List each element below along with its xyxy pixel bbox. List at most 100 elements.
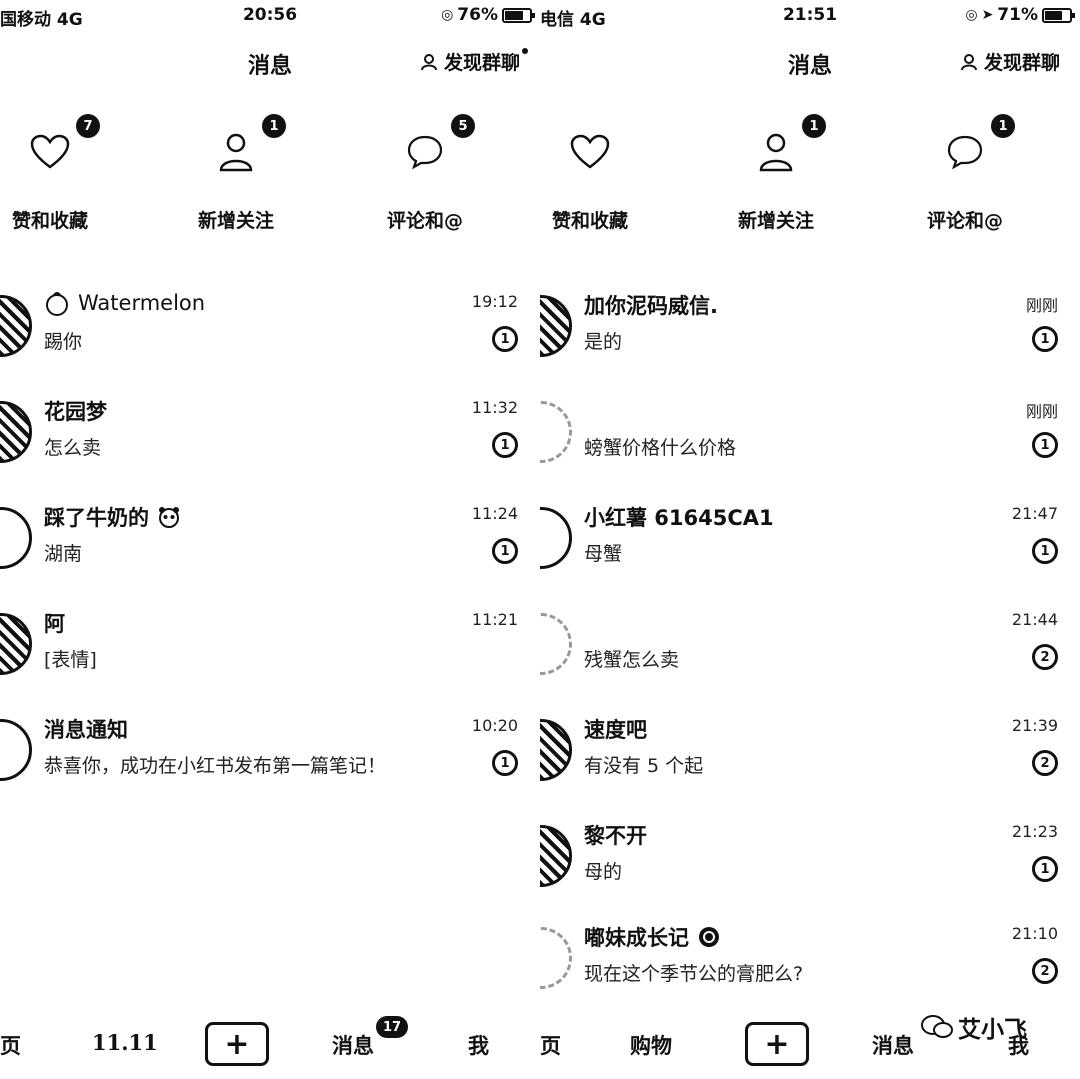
unread-badge: 1 (1032, 856, 1058, 882)
tab-promo[interactable]: 11.11 (92, 1030, 158, 1055)
conversation-row[interactable]: 螃蟹价格什么价格 刚刚 1 (540, 396, 1080, 502)
conversation-time: 19:12 (471, 292, 518, 311)
new-dot (522, 48, 528, 54)
conversation-name: 速度吧 (584, 718, 647, 742)
conversation-row[interactable]: 残蟹怎么卖 21:44 2 (540, 608, 1080, 714)
quick-likes[interactable]: 7 赞和收藏 (0, 110, 140, 240)
avatar (540, 507, 572, 569)
conversation-preview: 踢你 (44, 331, 83, 353)
conversation-preview: 残蟹怎么卖 (584, 649, 680, 671)
tab-me[interactable]: 我 (468, 1030, 489, 1060)
conversation-preview: 螃蟹价格什么价格 (584, 437, 737, 459)
tab-shop[interactable]: 购物 (630, 1030, 672, 1060)
person-outline-icon (960, 53, 977, 70)
conversation-row[interactable]: 速度吧 有没有 5 个起 21:39 2 (540, 714, 1080, 820)
conversation-preview: 湖南 (44, 543, 83, 565)
avatar (0, 401, 32, 463)
avatar (540, 613, 572, 675)
conversation-time: 刚刚 (1025, 402, 1058, 421)
quick-comments[interactable]: 5 评论和@ (335, 110, 515, 240)
discover-label: 发现群聊 (983, 52, 1060, 74)
comments-badge: 1 (991, 114, 1015, 138)
conversation-name: 嘟妹成长记 (584, 926, 689, 950)
battery-icon (1042, 7, 1075, 23)
conversation-name-row: 踩了牛奶的 (44, 502, 181, 532)
quick-follows[interactable]: 1 新增关注 (686, 110, 866, 240)
lock-rotation-icon: ◎ (441, 7, 454, 23)
conversation-name-row: 嘟妹成长记 (584, 922, 721, 952)
heart-icon (568, 130, 612, 174)
discover-label: 发现群聊 (443, 52, 520, 74)
unread-badge: 1 (1032, 326, 1058, 352)
conversation-row[interactable]: 阿 [表情] 11:21 (0, 608, 540, 714)
comment-icon (403, 130, 447, 174)
follows-badge: 1 (802, 114, 826, 138)
comments-badge: 5 (451, 114, 475, 138)
likes-badge: 7 (76, 114, 100, 138)
messages-screen-left: 国移动 4G 20:56 ◎ 76% 消息 发现群聊 7 赞和收藏 1 新增关注… (0, 0, 540, 1079)
publish-button[interactable]: + (745, 1022, 809, 1066)
discover-group-chat-button[interactable]: 发现群聊 (960, 48, 1060, 75)
comment-icon (943, 130, 987, 174)
unread-badge: 2 (1032, 644, 1058, 670)
battery-area: ◎ ➤ 71% (965, 5, 1075, 25)
discover-group-chat-button[interactable]: 发现群聊 (420, 48, 528, 75)
likes-label: 赞和收藏 (551, 210, 628, 232)
battery-icon (502, 7, 535, 23)
tab-messages[interactable]: 消息 (872, 1030, 914, 1060)
conversation-row[interactable]: 消息通知 恭喜你，成功在小红书发布第一篇笔记！ 10:20 1 (0, 714, 540, 820)
conversation-time: 21:10 (1011, 924, 1058, 943)
tab-messages[interactable]: 消息 (332, 1030, 374, 1060)
avatar (540, 719, 572, 781)
unread-badge: 1 (492, 432, 518, 458)
unread-badge: 2 (1032, 958, 1058, 984)
person-icon (754, 130, 798, 174)
wechat-icon (921, 1015, 953, 1038)
messages-screen-right: 电信 4G 21:51 ◎ ➤ 71% 消息 发现群聊 赞和收藏 1 新增关注 … (540, 0, 1080, 1079)
conversation-name: Watermelon (78, 291, 206, 315)
tab-home[interactable]: 页 (540, 1030, 561, 1060)
location-arrow-icon: ➤ (981, 7, 994, 23)
conversation-row[interactable]: 黎不开 母的 21:23 1 (540, 820, 1080, 926)
conversation-row[interactable]: Watermelon 踢你 19:12 1 (0, 290, 540, 396)
follows-badge: 1 (262, 114, 286, 138)
conversation-time: 刚刚 (1025, 296, 1058, 315)
conversation-name: 加你泥码威信. (584, 294, 718, 318)
conversation-time: 11:32 (471, 398, 518, 417)
conversation-preview: 恭喜你，成功在小红书发布第一篇笔记！ (44, 755, 387, 777)
conversation-name: 小红薯 61645CA1 (584, 506, 774, 530)
conversation-row[interactable]: 加你泥码威信. 是的 刚刚 1 (540, 290, 1080, 396)
conversation-row[interactable]: 小红薯 61645CA1 母蟹 21:47 1 (540, 502, 1080, 608)
follows-label: 新增关注 (197, 210, 274, 232)
conversation-name: 阿 (44, 612, 65, 636)
quick-likes[interactable]: 赞和收藏 (540, 110, 680, 240)
conversation-name: 花园梦 (44, 400, 107, 424)
battery-percent: 76% (457, 5, 498, 25)
avatar (540, 927, 572, 989)
quick-comments[interactable]: 1 评论和@ (875, 110, 1055, 240)
conversation-row[interactable]: 花园梦 怎么卖 11:32 1 (0, 396, 540, 502)
conversation-time: 21:39 (1011, 716, 1058, 735)
round-face-icon (46, 292, 68, 316)
conversation-time: 21:44 (1011, 610, 1058, 629)
avatar (0, 719, 32, 781)
unread-badge: 1 (492, 538, 518, 564)
publish-button[interactable]: + (205, 1022, 269, 1066)
conversation-preview: 母蟹 (584, 543, 623, 565)
likes-label: 赞和收藏 (11, 210, 88, 232)
unread-badge: 2 (1032, 750, 1058, 776)
avatar (540, 295, 572, 357)
conversation-name-row: Watermelon (44, 290, 205, 316)
tab-home[interactable]: 页 (0, 1030, 21, 1060)
watermark: 艾小飞 (920, 1010, 1027, 1044)
follows-label: 新增关注 (737, 210, 814, 232)
conversation-name: 黎不开 (584, 824, 647, 848)
conversation-time: 11:21 (471, 610, 518, 629)
quick-follows[interactable]: 1 新增关注 (146, 110, 326, 240)
conversation-preview: 现在这个季节公的膏肥么? (584, 963, 804, 985)
person-outline-icon (420, 53, 437, 70)
unread-badge: 1 (1032, 538, 1058, 564)
conversation-row[interactable]: 踩了牛奶的 湖南 11:24 1 (0, 502, 540, 608)
conversation-name: 消息通知 (44, 718, 128, 742)
conversation-time: 11:24 (471, 504, 518, 523)
